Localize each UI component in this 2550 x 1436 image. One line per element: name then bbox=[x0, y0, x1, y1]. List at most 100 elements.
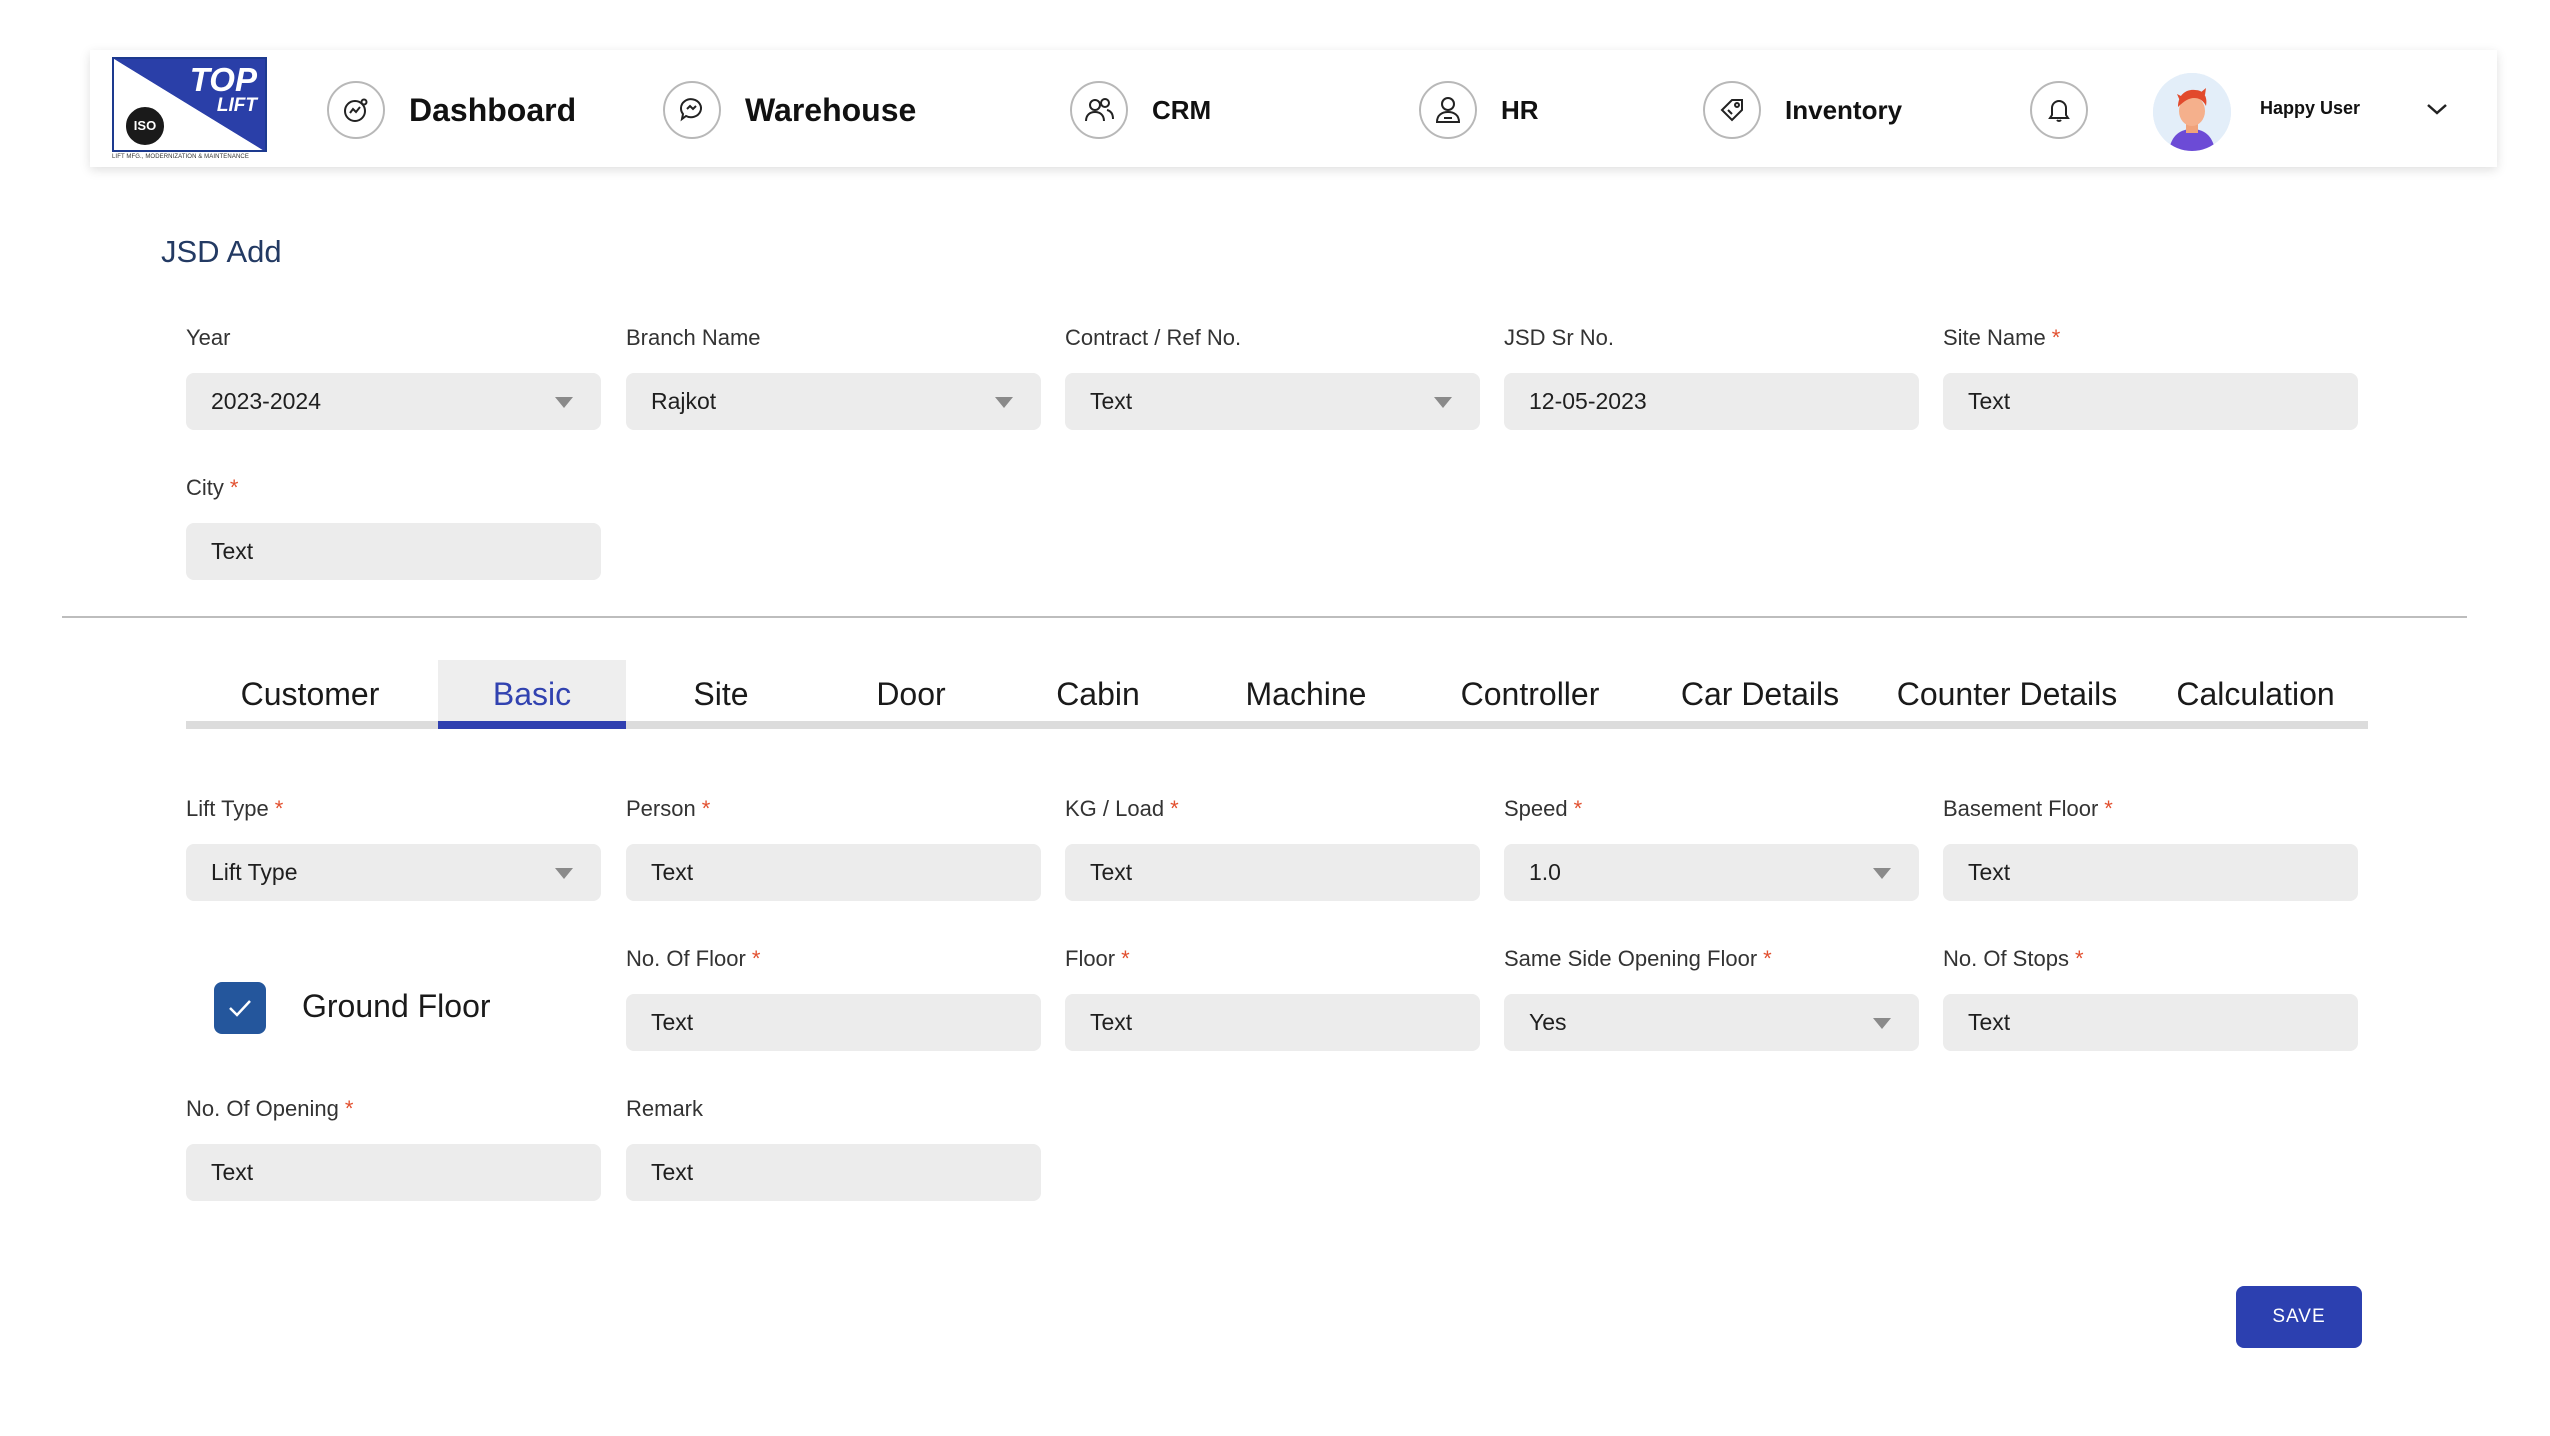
tab-machine[interactable]: Machine bbox=[1216, 660, 1396, 729]
required-asterisk: * bbox=[1763, 946, 1772, 971]
no-of-floor-value: Text bbox=[651, 1009, 694, 1035]
top-navbar: TOP LIFT ISO LIFT MFG., MODERNIZATION & … bbox=[90, 50, 2497, 167]
required-asterisk: * bbox=[701, 796, 711, 821]
company-logo[interactable]: TOP LIFT ISO LIFT MFG., MODERNIZATION & … bbox=[112, 57, 267, 161]
jsd-sr-value: 12-05-2023 bbox=[1529, 388, 1647, 414]
save-button[interactable]: SAVE bbox=[2236, 1286, 2362, 1348]
nav-dashboard[interactable]: Dashboard bbox=[327, 80, 576, 140]
required-asterisk: * bbox=[2104, 796, 2113, 821]
kg-load-value: Text bbox=[1090, 859, 1133, 885]
logo-top-text: TOP bbox=[189, 61, 257, 98]
tab-car-details[interactable]: Car Details bbox=[1660, 660, 1860, 729]
required-asterisk: * bbox=[1170, 796, 1179, 821]
no-of-floor-input[interactable]: Text bbox=[626, 994, 1041, 1051]
required-asterisk: * bbox=[2074, 946, 2084, 971]
tab-cabin[interactable]: Cabin bbox=[1018, 660, 1178, 729]
city-label: City * bbox=[186, 474, 601, 502]
checkmark-icon bbox=[229, 1000, 251, 1017]
contract-select[interactable]: Text bbox=[1065, 373, 1480, 430]
iso-badge: ISO bbox=[123, 104, 167, 148]
basement-floor-field: Basement Floor * Text bbox=[1943, 795, 2358, 901]
site-name-field: Site Name * Text bbox=[1943, 324, 2358, 430]
required-asterisk: * bbox=[229, 475, 239, 500]
same-side-opening-label-text: Same Side Opening Floor bbox=[1504, 946, 1758, 971]
speed-select[interactable]: 1.0 bbox=[1504, 844, 1919, 901]
floor-label-text: Floor bbox=[1065, 946, 1116, 971]
same-side-opening-select[interactable]: Yes bbox=[1504, 994, 1919, 1051]
kg-load-label: KG / Load * bbox=[1065, 795, 1480, 823]
required-asterisk: * bbox=[1573, 796, 1583, 821]
person-field: Person * Text bbox=[626, 795, 1041, 901]
logo-mark: TOP LIFT ISO bbox=[112, 57, 267, 152]
nav-inventory[interactable]: Inventory bbox=[1703, 80, 1902, 140]
users-icon bbox=[1070, 81, 1128, 139]
no-of-opening-input[interactable]: Text bbox=[186, 1144, 601, 1201]
branch-label: Branch Name bbox=[626, 325, 761, 350]
nav-inventory-label: Inventory bbox=[1785, 94, 1903, 125]
no-of-floor-field: No. Of Floor * Text bbox=[626, 945, 1041, 1051]
tab-counter-details[interactable]: Counter Details bbox=[1877, 660, 2137, 729]
ground-floor-label[interactable]: Ground Floor bbox=[302, 988, 491, 1025]
tab-basic[interactable]: Basic bbox=[438, 660, 626, 729]
tab-door[interactable]: Door bbox=[831, 660, 991, 729]
site-name-label-text: Site Name bbox=[1943, 325, 2046, 350]
section-divider bbox=[62, 616, 2467, 618]
person-input[interactable]: Text bbox=[626, 844, 1041, 901]
tab-calculation[interactable]: Calculation bbox=[2158, 660, 2353, 729]
user-avatar[interactable] bbox=[2153, 73, 2231, 151]
year-select[interactable]: 2023-2024 bbox=[186, 373, 601, 430]
jsd-sr-input[interactable]: 12-05-2023 bbox=[1504, 373, 1919, 430]
dropdown-caret-icon bbox=[1873, 868, 1891, 879]
basement-floor-input[interactable]: Text bbox=[1943, 844, 2358, 901]
chat-icon bbox=[663, 81, 721, 139]
tab-customer[interactable]: Customer bbox=[210, 660, 410, 729]
required-asterisk: * bbox=[2051, 325, 2061, 350]
notification-bell-icon[interactable] bbox=[2030, 81, 2088, 139]
user-name[interactable]: Happy User bbox=[2260, 98, 2360, 119]
nav-hr[interactable]: HR bbox=[1419, 80, 1539, 140]
dropdown-caret-icon bbox=[1434, 397, 1452, 408]
year-field: Year 2023-2024 bbox=[186, 324, 601, 430]
nav-warehouse[interactable]: Warehouse bbox=[663, 80, 916, 140]
branch-field: Branch Name Rajkot bbox=[626, 324, 1041, 430]
speed-field: Speed * 1.0 bbox=[1504, 795, 1919, 901]
branch-select[interactable]: Rajkot bbox=[626, 373, 1041, 430]
same-side-opening-field: Same Side Opening Floor * Yes bbox=[1504, 945, 1919, 1051]
branch-value: Rajkot bbox=[651, 388, 717, 414]
site-name-input[interactable]: Text bbox=[1943, 373, 2358, 430]
lift-type-label: Lift Type * bbox=[186, 795, 601, 823]
person-label-text: Person bbox=[626, 796, 696, 821]
no-of-stops-label-text: No. Of Stops bbox=[1943, 946, 2069, 971]
contract-value: Text bbox=[1090, 388, 1133, 414]
no-of-stops-input[interactable]: Text bbox=[1943, 994, 2358, 1051]
kg-load-label-text: KG / Load bbox=[1065, 796, 1165, 821]
page-title: JSD Add bbox=[161, 234, 282, 269]
no-of-stops-label: No. Of Stops * bbox=[1943, 945, 2358, 973]
kg-load-input[interactable]: Text bbox=[1065, 844, 1480, 901]
required-asterisk: * bbox=[344, 1096, 354, 1121]
floor-input[interactable]: Text bbox=[1065, 994, 1480, 1051]
nav-crm[interactable]: CRM bbox=[1070, 80, 1211, 140]
chevron-down-icon[interactable] bbox=[2422, 94, 2452, 124]
remark-field: Remark Text bbox=[626, 1095, 1041, 1201]
tab-controller[interactable]: Controller bbox=[1430, 660, 1630, 729]
no-of-floor-label-text: No. Of Floor bbox=[626, 946, 746, 971]
remark-label: Remark bbox=[626, 1096, 704, 1121]
dropdown-caret-icon bbox=[555, 397, 573, 408]
speed-value: 1.0 bbox=[1529, 859, 1561, 885]
dropdown-caret-icon bbox=[995, 397, 1013, 408]
tab-site[interactable]: Site bbox=[641, 660, 801, 729]
remark-value: Text bbox=[651, 1159, 694, 1185]
ground-floor-checkbox[interactable] bbox=[214, 982, 266, 1034]
lift-type-select[interactable]: Lift Type bbox=[186, 844, 601, 901]
lift-type-field: Lift Type * Lift Type bbox=[186, 795, 601, 901]
person-icon bbox=[1419, 81, 1477, 139]
same-side-opening-value: Yes bbox=[1529, 1009, 1567, 1035]
year-label: Year bbox=[186, 325, 231, 350]
tag-icon bbox=[1703, 81, 1761, 139]
city-field: City * Text bbox=[186, 474, 601, 580]
remark-input[interactable]: Text bbox=[626, 1144, 1041, 1201]
jsd-sr-field: JSD Sr No. 12-05-2023 bbox=[1504, 324, 1919, 430]
logo-wordmark: TOP LIFT bbox=[190, 63, 257, 115]
city-input[interactable]: Text bbox=[186, 523, 601, 580]
